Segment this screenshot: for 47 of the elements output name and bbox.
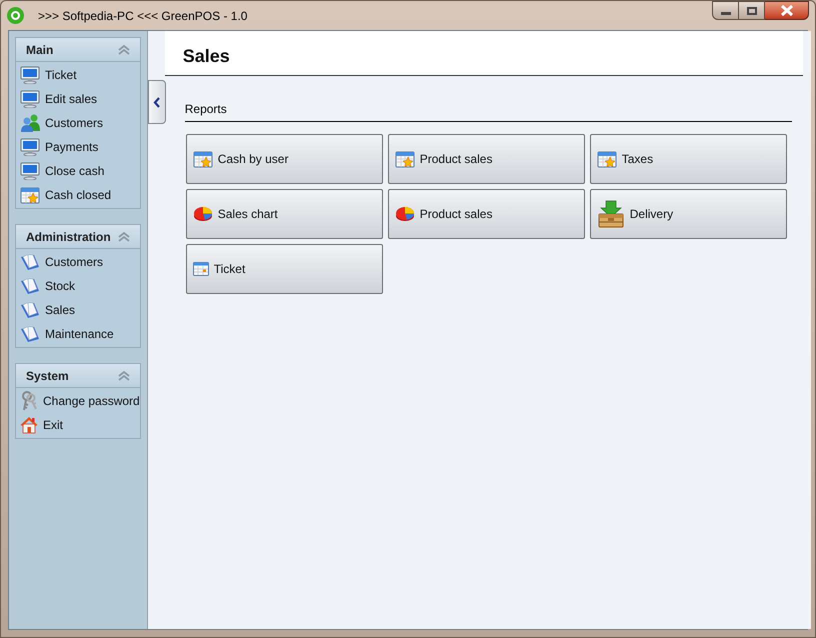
sidebar-item[interactable]: Payments <box>16 135 140 159</box>
sidebar-item[interactable]: Sales <box>16 298 140 322</box>
users-icon <box>20 114 40 132</box>
report-button[interactable]: Product sales <box>388 189 585 239</box>
sidebar-item[interactable]: Close cash <box>16 159 140 183</box>
keys-icon <box>20 391 38 411</box>
collapse-sidebar-button[interactable] <box>148 80 166 124</box>
report-button[interactable]: Ticket <box>186 244 383 294</box>
sidebar-item[interactable]: Edit sales <box>16 87 140 111</box>
report-button[interactable]: Cash by user <box>186 134 383 184</box>
sidebar-item[interactable]: Change password <box>16 389 140 413</box>
minimize-button[interactable] <box>712 1 739 20</box>
sidebar-item[interactable]: Exit <box>16 413 140 437</box>
book-icon <box>20 253 40 271</box>
close-button[interactable] <box>765 1 809 20</box>
calendar-icon <box>192 262 209 276</box>
monitor-icon <box>20 138 40 156</box>
section-title: System <box>26 368 69 384</box>
app-logo-icon <box>7 7 24 24</box>
report-button[interactable]: Sales chart <box>186 189 383 239</box>
book-icon <box>20 325 40 343</box>
monitor-icon <box>20 90 40 108</box>
pie-chart-icon <box>192 205 213 223</box>
monitor-icon <box>20 66 40 84</box>
crate-icon <box>596 200 625 228</box>
book-icon <box>20 301 40 319</box>
report-button[interactable]: Taxes <box>590 134 787 184</box>
section-label: Reports <box>184 102 227 116</box>
maximize-button[interactable] <box>739 1 765 20</box>
close-icon <box>780 5 794 16</box>
monitor-icon <box>20 162 40 180</box>
sidebar-item[interactable]: Maintenance <box>16 322 140 346</box>
window-title: >>> Softpedia-PC <<< GreenPOS - 1.0 <box>38 8 248 24</box>
pie-chart-icon <box>394 205 415 223</box>
report-button[interactable]: Delivery <box>590 189 787 239</box>
section-title: Main <box>26 42 54 58</box>
sidebar-item[interactable]: Cash closed <box>16 183 140 207</box>
report-button[interactable]: Product sales <box>388 134 585 184</box>
sidebar-item[interactable]: Customers <box>16 250 140 274</box>
sidebar-item[interactable]: Customers <box>16 111 140 135</box>
page-title: Sales <box>182 46 230 66</box>
chevron-left-icon <box>153 96 160 108</box>
sidebar-item[interactable]: Ticket <box>16 63 140 87</box>
house-icon <box>20 416 38 434</box>
book-icon <box>20 277 40 295</box>
sidebar-item[interactable]: Stock <box>16 274 140 298</box>
section-title: Administration <box>26 228 111 246</box>
